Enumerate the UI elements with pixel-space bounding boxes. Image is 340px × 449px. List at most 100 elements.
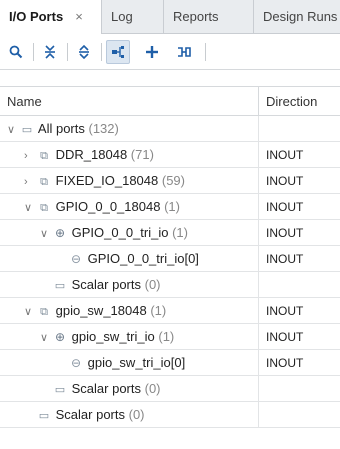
row-direction: INOUT — [266, 252, 304, 266]
column-divider — [258, 376, 259, 401]
chevron-down-icon[interactable]: ∨ — [24, 195, 36, 221]
tree-row-gpio-sw-tri-io[interactable]: ∨ ⊕ gpio_sw_tri_io (1) INOUT — [0, 324, 340, 350]
tab-io-ports-label: I/O Ports — [9, 9, 64, 24]
tree-row-gpio-0-0-tri-io[interactable]: ∨ ⊕ GPIO_0_0_tri_io (1) INOUT — [0, 220, 340, 246]
expand-all-icon — [79, 45, 89, 59]
column-header-direction[interactable]: Direction — [266, 87, 317, 116]
chevron-down-icon[interactable]: ∨ — [40, 221, 52, 247]
chevron-down-icon[interactable]: ∨ — [24, 299, 36, 325]
row-label: GPIO_0_0_tri_io — [71, 225, 169, 240]
column-divider — [258, 272, 259, 297]
row-label: Scalar ports — [71, 277, 141, 292]
row-count: (59) — [161, 173, 185, 188]
column-divider — [258, 402, 259, 427]
row-direction: INOUT — [266, 200, 304, 214]
bus-port-icon: ⊕ — [54, 226, 66, 240]
tab-log[interactable]: Log — [102, 0, 164, 34]
bus-folder-icon: ⧉ — [40, 176, 48, 188]
bus-folder-icon: ⧉ — [40, 150, 48, 162]
folder-icon: ▭ — [38, 410, 50, 422]
row-count: (132) — [88, 121, 119, 136]
row-count: (1) — [172, 225, 188, 240]
tab-design-runs-label: Design Runs — [263, 9, 338, 24]
collapse-all-button[interactable] — [38, 40, 62, 64]
tree-row-fixed-io[interactable]: › ⧉ FIXED_IO_18048 (59) INOUT — [0, 168, 340, 194]
toolbar-separator — [67, 43, 68, 61]
column-divider — [258, 350, 259, 375]
toolbar-separator — [33, 43, 34, 61]
row-label: gpio_sw_tri_io — [71, 329, 155, 344]
chevron-down-icon[interactable]: ∨ — [7, 117, 19, 143]
table-header: Name Direction — [0, 86, 340, 116]
column-divider — [258, 194, 259, 219]
tree-row-scalar-ports[interactable]: ▭ Scalar ports (0) — [0, 272, 340, 298]
column-divider — [258, 220, 259, 245]
tab-design-runs[interactable]: Design Runs — [254, 0, 340, 34]
row-label: Scalar ports — [71, 381, 141, 396]
tree-row-gpio-0-0[interactable]: ∨ ⧉ GPIO_0_0_18048 (1) INOUT — [0, 194, 340, 220]
expand-all-button[interactable] — [72, 40, 96, 64]
column-header-name[interactable]: Name — [7, 87, 42, 116]
add-button[interactable] — [140, 40, 164, 64]
folder-icon: ▭ — [54, 280, 66, 292]
tree-row-scalar-ports[interactable]: ▭ Scalar ports (0) — [0, 376, 340, 402]
toolbar — [0, 34, 340, 70]
row-label: Scalar ports — [55, 407, 125, 422]
tab-bar: I/O Ports × Log Reports Design Runs — [0, 0, 340, 35]
close-icon[interactable]: × — [75, 9, 83, 24]
collapse-all-icon — [45, 45, 55, 59]
chevron-right-icon[interactable]: › — [24, 169, 36, 195]
port-pin-icon: ⊖ — [70, 252, 82, 266]
chevron-right-icon[interactable]: › — [24, 143, 36, 169]
row-direction: INOUT — [266, 304, 304, 318]
row-label: GPIO_0_0_18048 — [55, 199, 161, 214]
schematic-button[interactable] — [172, 40, 196, 64]
row-count: (71) — [130, 147, 154, 162]
column-divider — [258, 168, 259, 193]
row-count: (0) — [128, 407, 145, 422]
row-direction: INOUT — [266, 226, 304, 240]
column-divider[interactable] — [258, 87, 259, 116]
chevron-down-icon[interactable]: ∨ — [40, 325, 52, 351]
row-label: All ports — [37, 121, 85, 136]
add-icon — [146, 46, 158, 58]
column-divider — [258, 324, 259, 349]
schematic-icon — [178, 47, 191, 57]
search-button[interactable] — [4, 40, 28, 64]
row-label: DDR_18048 — [55, 147, 128, 162]
row-count: (0) — [144, 277, 161, 292]
column-divider — [258, 246, 259, 271]
toolbar-separator — [101, 43, 102, 61]
row-direction: INOUT — [266, 174, 304, 188]
tree-row-gpio-sw[interactable]: ∨ ⧉ gpio_sw_18048 (1) INOUT — [0, 298, 340, 324]
tree-row-gpio-0-0-tri-io-0[interactable]: ⊖ GPIO_0_0_tri_io[0] INOUT — [0, 246, 340, 272]
tree-row-gpio-sw-tri-io-0[interactable]: ⊖ gpio_sw_tri_io[0] INOUT — [0, 350, 340, 376]
column-divider — [258, 298, 259, 323]
folder-icon: ▭ — [21, 124, 33, 136]
tab-reports[interactable]: Reports — [164, 0, 254, 34]
tab-reports-label: Reports — [173, 9, 219, 24]
row-direction: INOUT — [266, 148, 304, 162]
port-pin-icon: ⊖ — [70, 356, 82, 370]
tab-io-ports[interactable]: I/O Ports × — [0, 0, 102, 35]
row-label: GPIO_0_0_tri_io[0] — [87, 251, 199, 266]
tree-row-all-ports[interactable]: ∨ ▭ All ports (132) — [0, 116, 340, 142]
row-label: gpio_sw_18048 — [55, 303, 147, 318]
row-direction: INOUT — [266, 330, 304, 344]
row-count: (0) — [144, 381, 161, 396]
column-divider — [258, 142, 259, 167]
tab-log-label: Log — [111, 9, 133, 24]
bus-port-icon: ⊕ — [54, 330, 66, 344]
group-button[interactable] — [106, 40, 130, 64]
tree-row-ddr[interactable]: › ⧉ DDR_18048 (71) INOUT — [0, 142, 340, 168]
bus-folder-icon: ⧉ — [40, 202, 48, 214]
search-icon — [9, 45, 23, 59]
tree-row-scalar-ports-root[interactable]: ▭ Scalar ports (0) — [0, 402, 340, 428]
row-count: (1) — [164, 199, 180, 214]
column-divider — [258, 116, 259, 141]
row-count: (1) — [150, 303, 167, 318]
row-direction: INOUT — [266, 356, 304, 370]
folder-icon: ▭ — [54, 384, 66, 396]
row-label: FIXED_IO_18048 — [55, 173, 159, 188]
group-icon — [112, 46, 124, 58]
